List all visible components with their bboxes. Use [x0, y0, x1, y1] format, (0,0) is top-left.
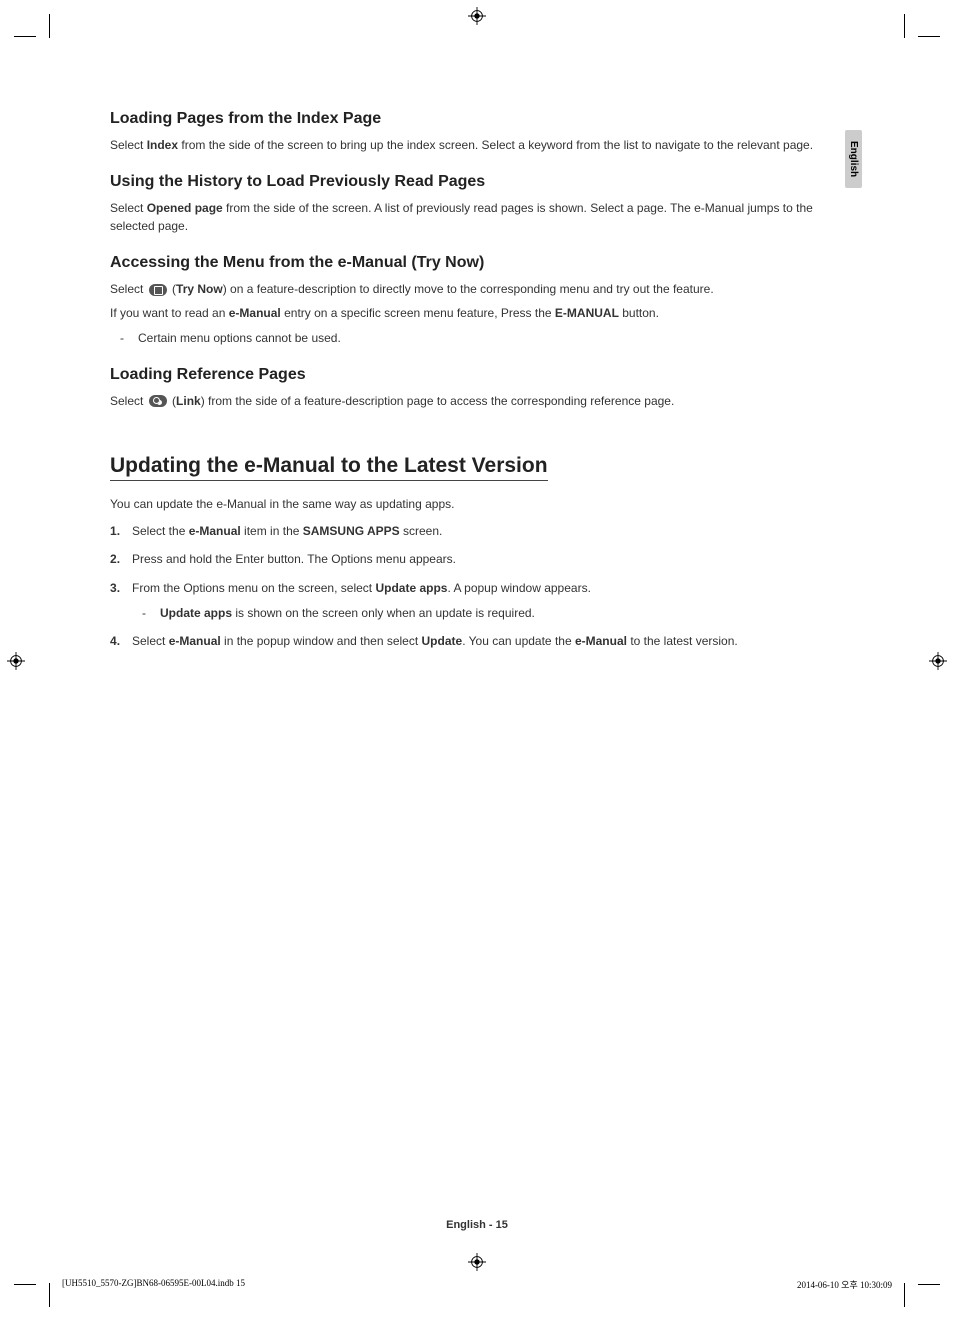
heading-index-page: Loading Pages from the Index Page	[110, 110, 830, 128]
heading-reference-pages: Loading Reference Pages	[110, 366, 830, 384]
crop-mark	[918, 36, 940, 37]
try-now-icon	[149, 284, 167, 296]
crop-mark	[14, 1284, 36, 1285]
registration-mark-icon	[7, 652, 25, 670]
sub-bullet: - Update apps is shown on the screen onl…	[142, 604, 830, 623]
paragraph: Select (Try Now) on a feature-descriptio…	[110, 280, 830, 299]
bullet-item: - Certain menu options cannot be used.	[120, 329, 830, 348]
registration-mark-icon	[468, 1253, 486, 1271]
language-tab: English	[845, 130, 862, 188]
paragraph: If you want to read an e-Manual entry on…	[110, 304, 830, 323]
registration-mark-icon	[929, 652, 947, 670]
crop-mark	[14, 36, 36, 37]
page-content: Loading Pages from the Index Page Select…	[110, 110, 830, 661]
paragraph: Select (Link) from the side of a feature…	[110, 392, 830, 411]
step-item: Select the e-Manual item in the SAMSUNG …	[110, 522, 830, 541]
heading-try-now: Accessing the Menu from the e-Manual (Tr…	[110, 254, 830, 272]
crop-mark	[36, 1283, 50, 1307]
step-item: Select e-Manual in the popup window and …	[110, 632, 830, 651]
footer-meta: [UH5510_5570-ZG]BN68-06595E-00L04.indb 1…	[62, 1278, 892, 1291]
paragraph: Select Opened page from the side of the …	[110, 199, 830, 236]
registration-mark-icon	[468, 7, 486, 25]
footer-timestamp: 2014-06-10 오후 10:30:09	[797, 1278, 892, 1291]
link-icon	[149, 395, 167, 407]
crop-mark	[918, 1284, 940, 1285]
crop-mark	[904, 1283, 918, 1307]
dash-icon: -	[142, 604, 160, 623]
paragraph: You can update the e-Manual in the same …	[110, 495, 830, 514]
heading-updating-emanual: Updating the e-Manual to the Latest Vers…	[110, 454, 548, 481]
page-number: English - 15	[0, 1219, 954, 1231]
footer-filename: [UH5510_5570-ZG]BN68-06595E-00L04.indb 1…	[62, 1278, 245, 1291]
step-item: Press and hold the Enter button. The Opt…	[110, 550, 830, 569]
dash-icon: -	[120, 329, 138, 348]
step-item: From the Options menu on the screen, sel…	[110, 579, 830, 622]
steps-list: Select the e-Manual item in the SAMSUNG …	[110, 522, 830, 651]
paragraph: Select Index from the side of the screen…	[110, 136, 830, 155]
heading-history: Using the History to Load Previously Rea…	[110, 173, 830, 191]
crop-mark	[36, 14, 50, 38]
crop-mark	[904, 14, 918, 38]
